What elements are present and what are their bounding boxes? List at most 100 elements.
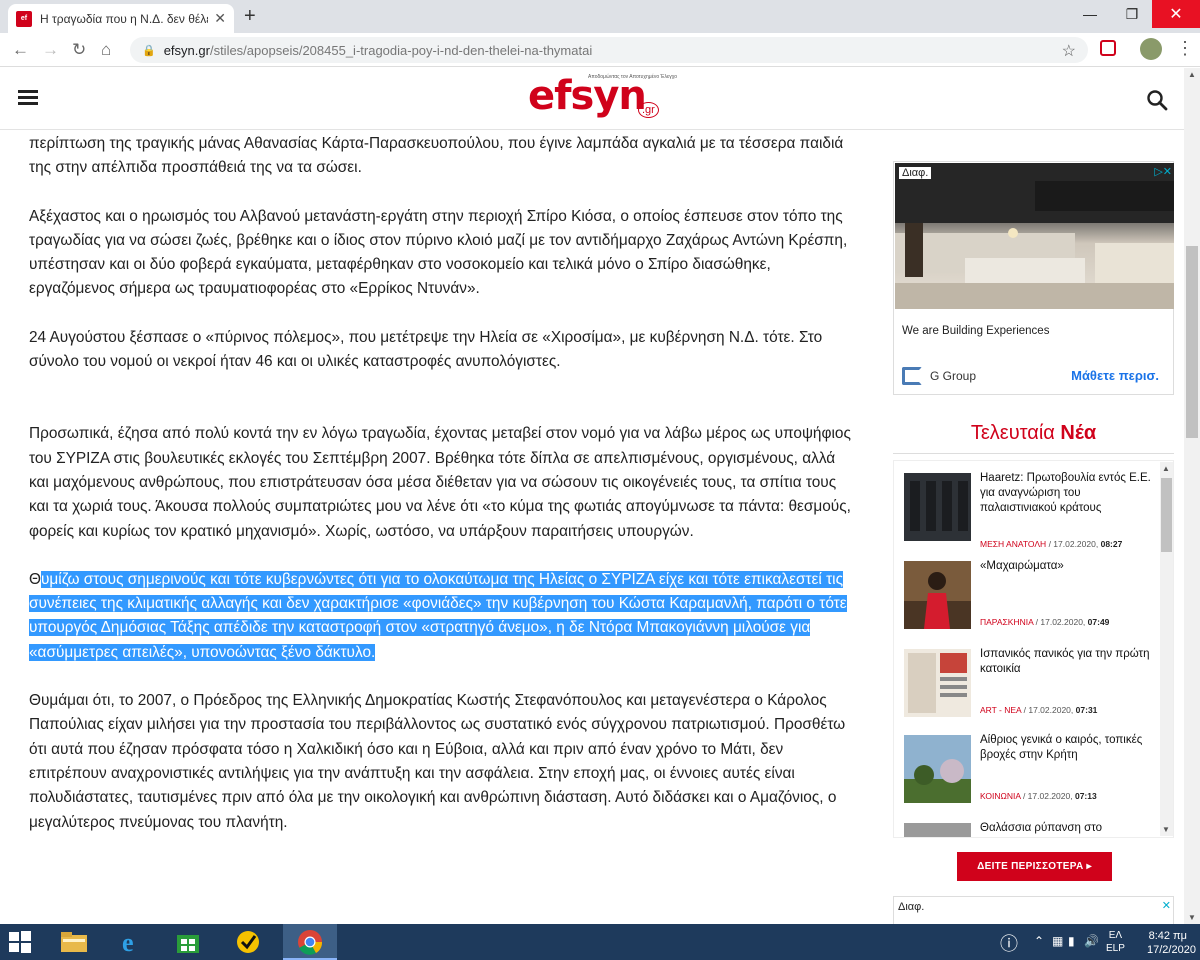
news-title[interactable]: Θαλάσσια ρύπανση στο bbox=[980, 821, 1158, 836]
news-title[interactable]: Αίθριος γενικά ο καιρός, τοπικές βροχές … bbox=[980, 733, 1158, 763]
news-list-scrollbar[interactable]: ▲ ▼ bbox=[1160, 462, 1173, 836]
news-time: 07:31 bbox=[1075, 705, 1098, 715]
article-paragraph: περίπτωση της τραγικής μάνας Αθανασίας Κ… bbox=[29, 135, 844, 177]
back-arrow-icon[interactable]: ← bbox=[12, 40, 29, 60]
news-date: / 17.02.2020, bbox=[1048, 539, 1099, 549]
sidebar-ad[interactable]: Διαφ. ▷✕ We are Building Experiences G G… bbox=[893, 161, 1174, 395]
bookmark-star-icon[interactable]: ☆ bbox=[1062, 41, 1076, 61]
scroll-up-icon[interactable]: ▲ bbox=[1162, 464, 1170, 473]
logo-tagline: Αποδομώντας τον Αποτυχημένο Έλεγχο bbox=[588, 74, 677, 80]
news-category[interactable]: ΚΟΙΝΩΝΙΑ bbox=[980, 791, 1021, 801]
restore-icon[interactable]: ❐ bbox=[1112, 0, 1152, 28]
svg-text:e: e bbox=[122, 929, 134, 955]
tab-title: Η τραγωδία που η Ν.Δ. δεν θέλει... bbox=[40, 11, 209, 26]
browser-tab[interactable]: ef Η τραγωδία που η Ν.Δ. δεν θέλει... ✕ bbox=[8, 4, 234, 33]
input-language[interactable]: ΕΛ ELP bbox=[1106, 929, 1125, 955]
address-bar[interactable]: 🔒 efsyn.gr/stiles/apopseis/208455_i-trag… bbox=[130, 37, 1088, 63]
news-category[interactable]: ART - ΝΕΑ bbox=[980, 705, 1021, 715]
news-date: / 17.02.2020, bbox=[1035, 617, 1086, 627]
latest-news-list: Haaretz: Πρωτοβουλία εντός Ε.Ε. για αναγ… bbox=[893, 460, 1174, 838]
latest-news-heading: Τελευταία Νέα bbox=[893, 422, 1174, 445]
browser-menu-icon[interactable]: ⋮ bbox=[1176, 38, 1194, 58]
news-date: / 17.02.2020, bbox=[1022, 791, 1073, 801]
news-item[interactable]: Θαλάσσια ρύπανση στο bbox=[904, 821, 1154, 838]
news-thumbnail[interactable] bbox=[904, 823, 971, 838]
news-category[interactable]: ΠΑΡΑΣΚΗΝΙΑ bbox=[980, 617, 1033, 627]
scroll-down-icon[interactable]: ▼ bbox=[1162, 825, 1170, 834]
ad-kitchen-image bbox=[895, 163, 1174, 309]
forward-arrow-icon[interactable]: → bbox=[42, 40, 59, 60]
volume-icon[interactable]: 🔊 bbox=[1084, 934, 1099, 948]
taskbar-clock[interactable]: 8:42 πμ 17/2/2020 bbox=[1147, 929, 1196, 957]
clock-time: 8:42 πμ bbox=[1148, 930, 1187, 942]
tray-overflow-icon[interactable]: ⌃ bbox=[1034, 934, 1044, 948]
ad-image[interactable]: Διαφ. ▷✕ bbox=[895, 163, 1174, 309]
start-windows-icon[interactable] bbox=[4, 928, 36, 956]
news-item[interactable]: Αίθριος γενικά ο καιρός, τοπικές βροχές … bbox=[904, 733, 1154, 819]
profile-avatar[interactable] bbox=[1140, 38, 1162, 60]
windows-store-icon[interactable] bbox=[172, 928, 204, 956]
lang-code: ΕΛ bbox=[1108, 930, 1123, 941]
home-icon[interactable]: ⌂ bbox=[101, 40, 111, 60]
new-tab-button[interactable]: + bbox=[244, 6, 256, 26]
reload-icon[interactable]: ↻ bbox=[72, 40, 86, 60]
selected-text: υμίζω στους σημερινούς και τότε κυβερνών… bbox=[29, 570, 847, 661]
ad-brand-name: G Group bbox=[930, 369, 977, 383]
news-time: 07:49 bbox=[1087, 617, 1110, 627]
news-time: 07:13 bbox=[1074, 791, 1097, 801]
article-paragraph: Προσωπικά, έζησα από πολύ κοντά την εν λ… bbox=[29, 425, 851, 540]
article-paragraph: 24 Αυγούστου ξέσπασε ο «πύρινος πόλεμος»… bbox=[29, 328, 823, 371]
see-more-button[interactable]: ΔΕΙΤΕ ΠΕΡΙΣΣΟΤΕΡΑ ▸ bbox=[957, 852, 1112, 881]
news-category[interactable]: ΜΕΣΗ ΑΝΑΤΟΛΗ bbox=[980, 539, 1046, 549]
news-thumbnail[interactable] bbox=[904, 649, 971, 717]
window-close-icon[interactable]: ✕ bbox=[1152, 0, 1200, 28]
extension-icon[interactable] bbox=[1100, 40, 1116, 56]
url-host: efsyn.gr bbox=[163, 42, 210, 58]
logo-suffix: .gr bbox=[638, 102, 659, 118]
hamburger-menu-icon[interactable] bbox=[18, 90, 38, 106]
news-title[interactable]: Ισπανικός πανικός για την πρώτη κατοικία bbox=[980, 647, 1158, 677]
latest-heading-light: Τελευταία bbox=[970, 422, 1055, 444]
efsyn-favicon-icon: ef bbox=[16, 10, 32, 27]
efsyn-logo[interactable]: Αποδομώντας τον Αποτυχημένο Έλεγχο efsyn… bbox=[528, 72, 677, 122]
page-scrollbar[interactable]: ▲ ▼ bbox=[1184, 68, 1200, 924]
chrome-icon[interactable] bbox=[294, 928, 326, 956]
ad-close-icon[interactable]: ✕ bbox=[1162, 899, 1171, 912]
news-thumbnail[interactable] bbox=[904, 473, 971, 541]
internet-explorer-icon[interactable]: e bbox=[116, 928, 148, 956]
news-item[interactable]: «Μαχαιρώματα» ΠΑΡΑΣΚΗΝΙΑ / 17.02.2020, 0… bbox=[904, 559, 1154, 645]
news-title[interactable]: «Μαχαιρώματα» bbox=[980, 559, 1158, 574]
article-paragraph-selected: Θυμίζω στους σημερινούς και τότε κυβερνώ… bbox=[29, 568, 859, 665]
ad-close-icon[interactable]: ▷✕ bbox=[1154, 165, 1172, 178]
network-icon[interactable]: ▦ bbox=[1052, 934, 1063, 948]
ad-headline: We are Building Experiences bbox=[902, 325, 1050, 337]
ad-label: Διαφ. bbox=[898, 901, 925, 913]
url-path: /stiles/apopseis/208455_i-tragodia-poy-i… bbox=[209, 42, 593, 58]
news-thumbnail[interactable] bbox=[904, 561, 971, 629]
file-explorer-icon[interactable] bbox=[58, 928, 90, 956]
news-item[interactable]: Ισπανικός πανικός για την πρώτη κατοικία… bbox=[904, 647, 1154, 733]
scroll-down-icon[interactable]: ▼ bbox=[1188, 913, 1196, 922]
news-meta: ΜΕΣΗ ΑΝΑΤΟΛΗ / 17.02.2020, 08:27 bbox=[980, 539, 1122, 549]
news-title[interactable]: Haaretz: Πρωτοβουλία εντός Ε.Ε. για αναγ… bbox=[980, 471, 1158, 516]
page-scrollbar-thumb[interactable] bbox=[1186, 246, 1198, 438]
minimize-icon[interactable]: — bbox=[1070, 0, 1110, 28]
norton-icon[interactable] bbox=[232, 928, 264, 956]
sidebar-ad-2[interactable]: Διαφ. ✕ bbox=[893, 896, 1174, 926]
lock-icon: 🔒 bbox=[142, 44, 156, 57]
g-group-logo-icon bbox=[902, 367, 922, 385]
article-paragraph: Θυμάμαι ότι, το 2007, ο Πρόεδρος της Ελλ… bbox=[29, 692, 846, 831]
search-icon[interactable] bbox=[1146, 89, 1168, 111]
ad-learn-more-link[interactable]: Μάθετε περισ. bbox=[1071, 368, 1159, 383]
divider bbox=[893, 453, 1174, 454]
news-thumbnail[interactable] bbox=[904, 735, 971, 803]
article-paragraph: Αξέχαστος και ο ηρωισμός του Αλβανού μετ… bbox=[29, 207, 848, 298]
battery-icon[interactable]: ▮ bbox=[1068, 934, 1075, 948]
ad-label: Διαφ. bbox=[899, 167, 932, 179]
help-icon[interactable]: ⓘ bbox=[1000, 930, 1018, 956]
scrollbar-thumb[interactable] bbox=[1161, 478, 1172, 552]
ad-brand: G Group bbox=[902, 367, 976, 385]
tab-close-icon[interactable]: ✕ bbox=[214, 10, 226, 27]
news-item[interactable]: Haaretz: Πρωτοβουλία εντός Ε.Ε. για αναγ… bbox=[904, 471, 1154, 557]
scroll-up-icon[interactable]: ▲ bbox=[1188, 70, 1196, 79]
